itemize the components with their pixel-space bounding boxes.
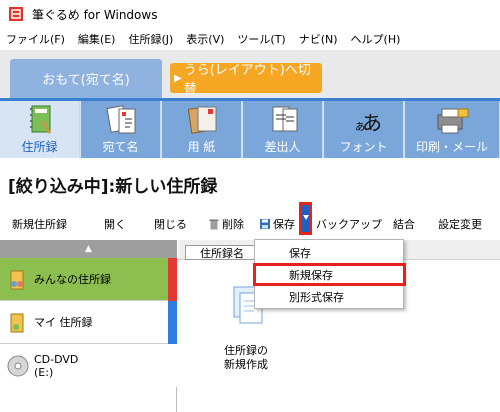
menu-edit[interactable]: 編集(E) (78, 31, 116, 47)
menu-item-save-as-format[interactable]: 別形式保存 (255, 286, 405, 308)
my-addressbook-icon (10, 313, 24, 333)
sidebar-item-cd-dvd[interactable]: CD-DVD (E:) (0, 344, 177, 387)
merge-button[interactable]: 結合 (393, 216, 415, 232)
menu-tools[interactable]: ツール(T) (237, 31, 285, 47)
sidebar-item-label: CD-DVD (E:) (34, 352, 79, 379)
ribbon-recipient[interactable]: 宛て名 (81, 101, 161, 158)
new-label-line2: 新規作成 (224, 358, 268, 371)
app-logo-icon (9, 7, 23, 21)
color-stripe (168, 301, 177, 344)
ribbon-label: 宛て名 (102, 140, 139, 154)
sidebar-item-label: みんなの住所録 (34, 273, 111, 286)
menu-navi[interactable]: ナビ(N) (299, 31, 338, 47)
tab-back-switch[interactable]: ▶ うら(レイアウト)へ切替 (170, 63, 322, 97)
new-addressbook-label: 住所録の 新規作成 (210, 344, 282, 372)
play-arrow-icon: ▶ (174, 72, 182, 84)
ribbon-label: フォント (339, 140, 388, 154)
svg-text:あ: あ (362, 111, 382, 135)
open-button[interactable]: 開く (104, 216, 126, 232)
save-dropdown-menu: 保存 新規保存 別形式保存 (253, 239, 406, 309)
font-icon: ぁ あ (354, 111, 382, 135)
addressbook-sidebar: ▲ みんなの住所録 マイ 住所録 CD-DVD (E:) (0, 240, 177, 412)
paper-icon (187, 106, 216, 134)
tab-front[interactable]: おもて(宛て名) (10, 59, 162, 98)
title-bar: 筆ぐるめ for Windows (0, 0, 500, 28)
new-label-line1: 住所録の (224, 344, 268, 357)
sidebar-item-shared[interactable]: みんなの住所録 (0, 258, 177, 301)
settings-button[interactable]: 設定変更 (438, 216, 482, 232)
menu-file[interactable]: ファイル(F) (6, 31, 65, 47)
tab-back-label: うら(レイアウト)へ切替 (183, 63, 311, 97)
ribbon-label: 印刷・メール (415, 140, 488, 154)
menu-view[interactable]: 表示(V) (186, 31, 224, 47)
ribbon-label: 住所録 (21, 140, 58, 154)
scroll-up-button[interactable]: ▲ (0, 240, 177, 258)
recipient-card-icon (105, 105, 135, 134)
sidebar-item-my[interactable]: マイ 住所録 (0, 301, 177, 344)
menu-addressbook[interactable]: 住所録(J) (128, 31, 173, 47)
menu-help[interactable]: ヘルプ(H) (351, 31, 401, 47)
highlight-box (253, 263, 406, 286)
ribbon: 住所録 宛て名 用 紙 差出人 ぁ あ フォント 印刷・メール (0, 98, 500, 158)
save-dropdown-button[interactable] (299, 202, 312, 235)
new-addressbook-button[interactable]: 新規住所録 (12, 216, 67, 232)
ribbon-print-mail[interactable]: 印刷・メール (405, 101, 500, 158)
shared-addressbook-icon (10, 270, 24, 290)
ribbon-addressbook[interactable]: 住所録 (0, 101, 80, 158)
ribbon-paper[interactable]: 用 紙 (162, 101, 242, 158)
close-button[interactable]: 閉じる (154, 216, 187, 232)
save-label: 保存 (273, 218, 295, 231)
save-button[interactable]: 保存 (259, 216, 295, 232)
sender-card-icon (272, 106, 297, 132)
menu-bar: ファイル(F) 編集(E) 住所録(J) 表示(V) ツール(T) ナビ(N) … (0, 28, 500, 50)
delete-label: 削除 (222, 218, 244, 231)
toolbar: 新規住所録 開く 閉じる 削除 保存 バックアップ 結合 設定変更 (0, 208, 500, 238)
floppy-disk-icon (260, 219, 270, 229)
side-tab-strip: おもて(宛て名) ▶ うら(レイアウト)へ切替 (0, 50, 500, 98)
address-book-icon (29, 105, 51, 134)
color-stripe (168, 258, 177, 301)
printer-icon (437, 108, 469, 134)
ribbon-sender[interactable]: 差出人 (243, 101, 323, 158)
ribbon-label: 差出人 (264, 140, 301, 154)
column-header-name[interactable]: 住所録名 (185, 245, 259, 260)
menu-item-save[interactable]: 保存 (255, 242, 405, 264)
chevron-down-icon (303, 215, 309, 220)
disc-icon (7, 355, 29, 377)
delete-button[interactable]: 削除 (208, 216, 244, 232)
sidebar-item-label: マイ 住所録 (34, 316, 93, 329)
ribbon-font[interactable]: ぁ あ フォント (324, 101, 404, 158)
backup-button[interactable]: バックアップ (316, 216, 382, 232)
page-title: [絞り込み中]:新しい住所録 (8, 177, 218, 197)
trash-icon (209, 219, 219, 230)
ribbon-label: 用 紙 (187, 140, 216, 154)
window-title: 筆ぐるめ for Windows (32, 7, 158, 22)
